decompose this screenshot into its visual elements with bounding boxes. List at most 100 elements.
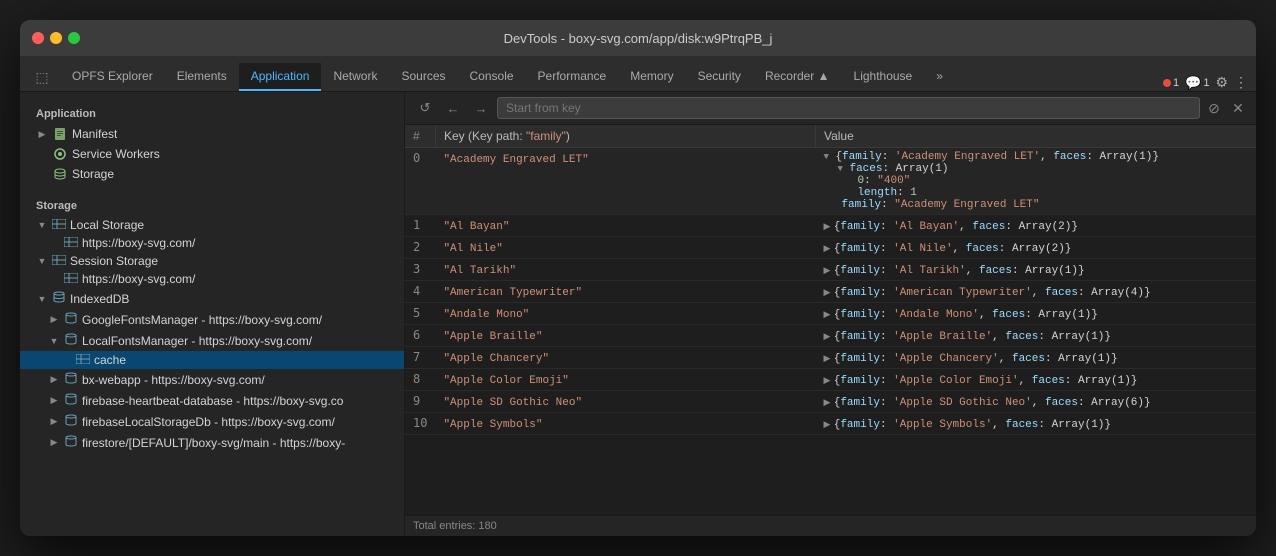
expand-1[interactable] bbox=[823, 221, 830, 231]
fs-icon bbox=[64, 434, 78, 451]
sidebar-item-firebase-heartbeat[interactable]: firebase-heartbeat-database - https://bo… bbox=[20, 390, 404, 411]
storage-app-label: Storage bbox=[72, 167, 114, 181]
expand-6[interactable] bbox=[823, 331, 830, 341]
cell-num-9: 9 bbox=[405, 391, 435, 413]
tab-opfs-explorer[interactable]: OPFS Explorer bbox=[60, 63, 165, 91]
clear-button[interactable]: ✕ bbox=[1228, 98, 1248, 118]
expand-faces-0[interactable] bbox=[837, 164, 842, 174]
more-options-icon[interactable]: ⋮ bbox=[1234, 74, 1248, 91]
minimize-button[interactable] bbox=[50, 32, 62, 44]
fbh-arrow bbox=[48, 395, 60, 407]
tab-recorder[interactable]: Recorder ▲ bbox=[753, 63, 842, 91]
cell-val-2: {family: 'Al Nile', faces: Array(2)} bbox=[815, 237, 1256, 259]
tab-memory[interactable]: Memory bbox=[618, 63, 685, 91]
col-header-num: # bbox=[405, 125, 435, 148]
sidebar-item-cache[interactable]: cache bbox=[20, 351, 404, 369]
tab-security[interactable]: Security bbox=[686, 63, 753, 91]
table-row[interactable]: 6 "Apple Braille" {family: 'Apple Braill… bbox=[405, 325, 1256, 347]
bx-arrow bbox=[48, 374, 60, 386]
tab-lighthouse[interactable]: Lighthouse bbox=[842, 63, 925, 91]
tab-application[interactable]: Application bbox=[239, 63, 322, 91]
sidebar-item-google-fonts[interactable]: GoogleFontsManager - https://boxy-svg.co… bbox=[20, 309, 404, 330]
gfm-icon bbox=[64, 311, 78, 328]
cell-key-4: "American Typewriter" bbox=[435, 281, 815, 303]
sidebar-section-storage: Storage bbox=[20, 196, 404, 216]
storage-app-icon bbox=[52, 166, 68, 182]
cache-icon bbox=[76, 353, 90, 367]
sidebar-item-local-fonts[interactable]: LocalFontsManager - https://boxy-svg.com… bbox=[20, 330, 404, 351]
sidebar-item-bx-webapp[interactable]: bx-webapp - https://boxy-svg.com/ bbox=[20, 369, 404, 390]
manifest-icon bbox=[52, 126, 68, 142]
sidebar-item-firestore[interactable]: firestore/[DEFAULT]/boxy-svg/main - http… bbox=[20, 432, 404, 453]
tabs: OPFS Explorer Elements Application Netwo… bbox=[60, 63, 1163, 91]
content-area: ↺ ← → ⊘ ✕ # Key (Key path: "family") Val… bbox=[405, 92, 1256, 536]
expand-2[interactable] bbox=[823, 243, 830, 253]
cell-key-7: "Apple Chancery" bbox=[435, 347, 815, 369]
sidebar-item-firebase-local[interactable]: firebaseLocalStorageDb - https://boxy-sv… bbox=[20, 411, 404, 432]
table-row[interactable]: 4 "American Typewriter" {family: 'Americ… bbox=[405, 281, 1256, 303]
maximize-button[interactable] bbox=[68, 32, 80, 44]
expand-3[interactable] bbox=[823, 265, 830, 275]
sidebar-item-indexeddb[interactable]: IndexedDB bbox=[20, 288, 404, 309]
error-badge: 1 bbox=[1163, 77, 1179, 89]
expand-10[interactable] bbox=[823, 419, 830, 429]
table-row[interactable]: 8 "Apple Color Emoji" {family: 'Apple Co… bbox=[405, 369, 1256, 391]
table-row[interactable]: 1 "Al Bayan" {family: 'Al Bayan', faces:… bbox=[405, 215, 1256, 237]
next-button[interactable]: → bbox=[469, 96, 493, 120]
tab-sources[interactable]: Sources bbox=[389, 63, 457, 91]
sidebar-item-ss-url[interactable]: https://boxy-svg.com/ bbox=[20, 270, 404, 288]
table-row[interactable]: 7 "Apple Chancery" {family: 'Apple Chanc… bbox=[405, 347, 1256, 369]
sidebar-item-local-storage[interactable]: Local Storage bbox=[20, 216, 404, 234]
key-input[interactable] bbox=[497, 97, 1200, 119]
ss-arrow bbox=[36, 255, 48, 267]
table-row[interactable]: 9 "Apple SD Gothic Neo" {family: 'Apple … bbox=[405, 391, 1256, 413]
table-row[interactable]: 3 "Al Tarikh" {family: 'Al Tarikh', face… bbox=[405, 259, 1256, 281]
ls-label: Local Storage bbox=[70, 218, 144, 232]
cell-num-8: 8 bbox=[405, 369, 435, 391]
expand-5[interactable] bbox=[823, 309, 830, 319]
titlebar: DevTools - boxy-svg.com/app/disk:w9PtrqP… bbox=[20, 20, 1256, 56]
prev-button[interactable]: ← bbox=[441, 96, 465, 120]
cell-val-5: {family: 'Andale Mono', faces: Array(1)} bbox=[815, 303, 1256, 325]
ss-icon bbox=[52, 254, 66, 268]
close-button[interactable] bbox=[32, 32, 44, 44]
cell-key-3: "Al Tarikh" bbox=[435, 259, 815, 281]
ls-url-label: https://boxy-svg.com/ bbox=[82, 236, 195, 250]
settings-icon[interactable]: ⚙ bbox=[1215, 74, 1228, 91]
table-body: 0 "Academy Engraved LET" {family: 'Acade… bbox=[405, 148, 1256, 435]
devtools-window: DevTools - boxy-svg.com/app/disk:w9PtrqP… bbox=[20, 20, 1256, 536]
ls-icon bbox=[52, 218, 66, 232]
expand-4[interactable] bbox=[823, 287, 830, 297]
ss-label: Session Storage bbox=[70, 254, 158, 268]
sidebar-item-service-workers[interactable]: Service Workers bbox=[20, 144, 404, 164]
table-row[interactable]: 10 "Apple Symbols" {family: 'Apple Symbo… bbox=[405, 413, 1256, 435]
col-header-key[interactable]: Key (Key path: "family") bbox=[435, 125, 815, 148]
tab-console[interactable]: Console bbox=[458, 63, 526, 91]
table-row[interactable]: 5 "Andale Mono" {family: 'Andale Mono', … bbox=[405, 303, 1256, 325]
cell-val-0: {family: 'Academy Engraved LET', faces: … bbox=[815, 148, 1256, 215]
tab-more[interactable]: » bbox=[924, 63, 955, 91]
tab-performance[interactable]: Performance bbox=[526, 63, 619, 91]
fbh-icon bbox=[64, 392, 78, 409]
sidebar-item-ls-url[interactable]: https://boxy-svg.com/ bbox=[20, 234, 404, 252]
cell-key-5: "Andale Mono" bbox=[435, 303, 815, 325]
expand-8[interactable] bbox=[823, 375, 830, 385]
devtools-icon[interactable]: ⬚ bbox=[28, 63, 56, 91]
table-header-row: # Key (Key path: "family") Value bbox=[405, 125, 1256, 148]
expand-0[interactable] bbox=[823, 152, 828, 162]
sidebar-item-storage-app[interactable]: Storage bbox=[20, 164, 404, 184]
cell-val-10: {family: 'Apple Symbols', faces: Array(1… bbox=[815, 413, 1256, 435]
refresh-button[interactable]: ↺ bbox=[413, 96, 437, 120]
table-row[interactable]: 2 "Al Nile" {family: 'Al Nile', faces: A… bbox=[405, 237, 1256, 259]
cell-num-5: 5 bbox=[405, 303, 435, 325]
expand-9[interactable] bbox=[823, 397, 830, 407]
fs-arrow bbox=[48, 437, 60, 449]
tab-elements[interactable]: Elements bbox=[165, 63, 239, 91]
tab-network[interactable]: Network bbox=[321, 63, 389, 91]
cell-num-6: 6 bbox=[405, 325, 435, 347]
sidebar-item-manifest[interactable]: Manifest bbox=[20, 124, 404, 144]
expand-7[interactable] bbox=[823, 353, 830, 363]
sidebar-item-session-storage[interactable]: Session Storage bbox=[20, 252, 404, 270]
block-button[interactable]: ⊘ bbox=[1204, 98, 1224, 118]
table-row[interactable]: 0 "Academy Engraved LET" {family: 'Acade… bbox=[405, 148, 1256, 215]
